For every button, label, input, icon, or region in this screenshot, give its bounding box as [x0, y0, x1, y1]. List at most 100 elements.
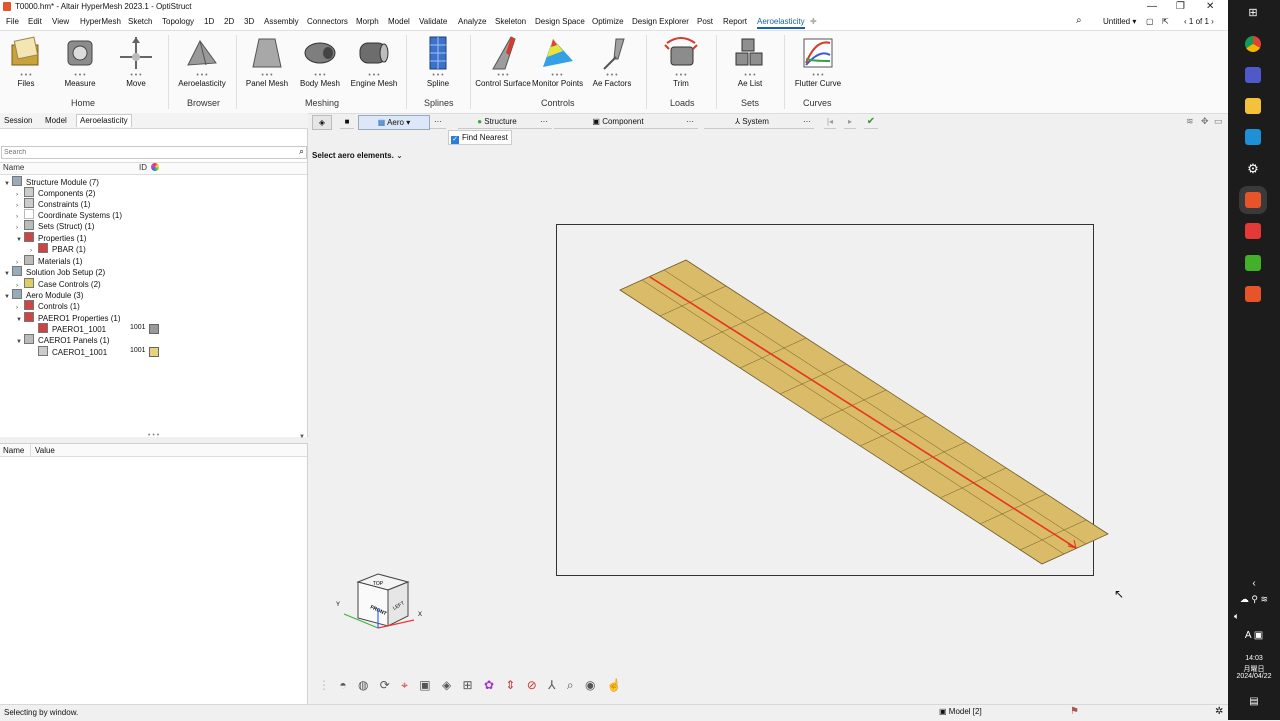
menu-file[interactable]: File: [6, 17, 19, 26]
aero-panel-model[interactable]: [600, 250, 1120, 580]
tree-item[interactable]: › Case Controls (2): [16, 278, 101, 289]
ae-factors-tool[interactable]: • • • Ae Factors: [590, 35, 634, 88]
export-icon[interactable]: ⇱: [1162, 17, 1169, 26]
teams-icon[interactable]: [1245, 67, 1261, 83]
search-icon[interactable]: ⌕: [1076, 15, 1082, 26]
move-view-icon[interactable]: ✥: [1201, 116, 1209, 127]
clip-icon[interactable]: ⇕: [505, 678, 515, 692]
close-icon[interactable]: ✕: [1206, 1, 1214, 12]
tree-item[interactable]: › Components (2): [16, 187, 95, 198]
body-mesh-tool[interactable]: • • • Body Mesh: [298, 35, 342, 88]
menu-analyze[interactable]: Analyze: [458, 17, 486, 26]
search-icon[interactable]: ⌕: [299, 146, 304, 157]
app-s-icon[interactable]: [1245, 129, 1261, 145]
chrome-icon[interactable]: [1245, 36, 1261, 52]
layers-icon[interactable]: ≋: [1186, 116, 1194, 127]
splitter-handle[interactable]: • • •: [148, 432, 159, 439]
tree-item[interactable]: › Coordinate Systems (1): [16, 209, 122, 220]
confirm-icon[interactable]: ✔: [864, 115, 878, 129]
spline-tool[interactable]: • • • Spline: [416, 35, 460, 88]
more-icon[interactable]: ···: [430, 115, 446, 129]
files-tool[interactable]: • • • Files: [4, 35, 48, 88]
tree-item[interactable]: CAERO1_1001: [30, 346, 107, 357]
menu-sketch[interactable]: Sketch: [128, 17, 152, 26]
component-selector[interactable]: ▣ Component: [554, 115, 682, 129]
next-icon[interactable]: ▸: [844, 115, 856, 129]
restore-icon[interactable]: ❐: [1176, 1, 1185, 12]
page-icon[interactable]: ▢: [1146, 17, 1154, 26]
sphere-icon[interactable]: ◍: [358, 678, 368, 692]
system-selector[interactable]: ⅄ System: [704, 115, 800, 129]
camera-icon[interactable]: ◉: [585, 678, 595, 692]
menu-model[interactable]: Model: [388, 17, 410, 26]
move-tool[interactable]: • • • Move: [114, 35, 158, 88]
tree-item[interactable]: › Sets (Struct) (1): [16, 220, 94, 231]
tab-session[interactable]: Session: [4, 116, 32, 125]
panel-mesh-tool[interactable]: • • • Panel Mesh: [244, 35, 290, 88]
menu-morph[interactable]: Morph: [356, 17, 379, 26]
chevron-up-icon[interactable]: ‹: [1228, 578, 1280, 589]
menu-report[interactable]: Report: [723, 17, 747, 26]
gear-icon[interactable]: ⚙: [1245, 161, 1261, 177]
engine-mesh-tool[interactable]: • • • Engine Mesh: [350, 35, 398, 88]
section-icon[interactable]: ◈: [442, 678, 451, 692]
tree-item[interactable]: ▼ Aero Module (3): [4, 289, 83, 300]
folder-icon[interactable]: [1245, 98, 1261, 114]
tree-item[interactable]: › Controls (1): [16, 300, 80, 311]
add-tab-icon[interactable]: ✚: [810, 17, 817, 26]
menu-edit[interactable]: Edit: [28, 17, 42, 26]
chevron-down-icon[interactable]: ⌄: [396, 151, 403, 160]
checkbox-checked-icon[interactable]: ✓: [451, 136, 459, 144]
orbit-icon[interactable]: ⟳: [380, 678, 390, 692]
menu-validate[interactable]: Validate: [419, 17, 447, 26]
flutter-curve-tool[interactable]: • • • Flutter Curve: [792, 35, 844, 88]
measure-tool[interactable]: • • • Measure: [58, 35, 102, 88]
menu-aeroelasticity[interactable]: Aeroelasticity: [757, 17, 805, 29]
tab-model[interactable]: Model: [45, 116, 67, 125]
more-icon[interactable]: ···: [682, 115, 698, 129]
ae-list-tool[interactable]: • • • Ae List: [726, 35, 774, 88]
color-swatch[interactable]: [149, 347, 159, 357]
tree-item[interactable]: ▼ Solution Job Setup (2): [4, 266, 105, 277]
tree-item[interactable]: › Materials (1): [16, 255, 82, 266]
menu-connectors[interactable]: Connectors: [307, 17, 348, 26]
no-icon[interactable]: ⊘: [527, 678, 537, 692]
fit-icon[interactable]: ⌖: [401, 678, 408, 692]
app-c-green-icon[interactable]: [1245, 255, 1261, 271]
windows-start-icon[interactable]: ⊞: [1245, 6, 1261, 22]
zoom-icon[interactable]: ⌕: [567, 678, 574, 692]
settings-icon[interactable]: ✲: [1215, 706, 1223, 717]
ime-icon[interactable]: A ▣: [1228, 630, 1280, 641]
menu-topology[interactable]: Topology: [162, 17, 194, 26]
volume-icon[interactable]: 🔈︎: [1228, 611, 1280, 622]
color-swatch[interactable]: [149, 324, 159, 334]
menu-3d[interactable]: 3D: [244, 17, 254, 26]
stop-icon[interactable]: ■: [340, 115, 354, 129]
mesh-icon[interactable]: ⊞: [463, 678, 473, 692]
maximize-view-icon[interactable]: ▭: [1214, 116, 1223, 127]
shaded-icon[interactable]: ▣: [419, 678, 430, 692]
tree-item[interactable]: ▼ PAERO1 Properties (1): [16, 312, 121, 323]
flag-icon[interactable]: ⚑: [1070, 706, 1079, 717]
tree-item[interactable]: ▼ Structure Module (7): [4, 176, 99, 187]
menu-optimize[interactable]: Optimize: [592, 17, 624, 26]
menu-view[interactable]: View: [52, 17, 69, 26]
tree-item[interactable]: › PBAR (1): [30, 243, 86, 254]
clock-time[interactable]: 14:03: [1228, 655, 1280, 662]
view-cube[interactable]: TOP FRONT LEFT Y X: [334, 568, 430, 638]
rotate-icon[interactable]: ◓: [339, 678, 346, 692]
untitled-dropdown[interactable]: Untitled ▾: [1103, 17, 1136, 26]
aeroelasticity-browser-tool[interactable]: • • • Aeroelasticity: [176, 35, 228, 88]
color-icon[interactable]: ✿: [484, 678, 494, 692]
axis-icon[interactable]: ⅄: [548, 678, 555, 692]
tree-item[interactable]: › Constraints (1): [16, 198, 90, 209]
monitor-points-tool[interactable]: • • • Monitor Points: [532, 35, 583, 88]
aero-dropdown[interactable]: ▦ Aero ▾: [358, 115, 430, 130]
app-c-red-icon[interactable]: [1245, 286, 1261, 302]
menu-1d[interactable]: 1D: [204, 17, 214, 26]
menu-skeleton[interactable]: Skeleton: [495, 17, 526, 26]
menu-design-space[interactable]: Design Space: [535, 17, 585, 26]
previous-icon[interactable]: |◂: [824, 115, 836, 129]
tree-item[interactable]: ▼ CAERO1 Panels (1): [16, 334, 110, 345]
more-icon[interactable]: ···: [536, 115, 552, 129]
